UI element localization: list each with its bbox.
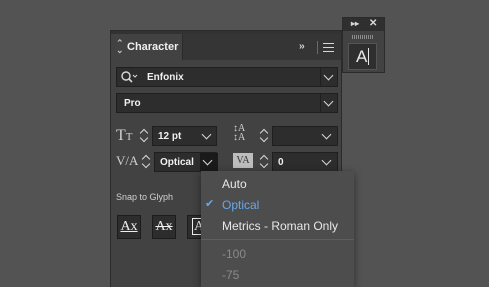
- tab-character[interactable]: ⌃ ⌄ Character: [111, 34, 183, 60]
- leading-stepper[interactable]: [258, 126, 270, 144]
- font-family-dropdown-icon[interactable]: [321, 68, 339, 86]
- tracking-icon: VA: [233, 153, 253, 168]
- font-size-dropdown-icon[interactable]: [199, 127, 217, 145]
- snap-baseline-button[interactable]: Ax: [117, 215, 141, 239]
- menu-item-label: -100: [222, 247, 247, 261]
- tab-label: Character: [127, 41, 179, 53]
- double-chevron-right-icon[interactable]: ››: [299, 41, 305, 52]
- snap-x-height-button[interactable]: Ax: [152, 215, 176, 239]
- magnifier-icon[interactable]: [120, 70, 138, 84]
- double-chevron-right-icon[interactable]: ▸▸: [351, 19, 359, 28]
- menu-item-optical[interactable]: ✔ Optical: [201, 195, 354, 215]
- menu-item-auto[interactable]: Auto: [201, 174, 354, 194]
- leading-dropdown-icon[interactable]: [319, 127, 337, 145]
- menu-item-label: -75: [222, 268, 240, 282]
- font-style-value: Pro: [124, 98, 141, 109]
- checkmark-icon: ✔: [205, 198, 215, 210]
- mini-panel: ▸▸ ✕ A: [342, 17, 385, 73]
- menu-item-minus-75: -75: [201, 265, 354, 285]
- menu-item-metrics-roman-only[interactable]: Metrics - Roman Only: [201, 216, 354, 236]
- font-size-value: 12 pt: [158, 131, 182, 142]
- grip-icon[interactable]: [352, 35, 374, 39]
- text-cursor-icon: [368, 48, 369, 65]
- tracking-stepper[interactable]: [258, 152, 270, 170]
- snap-to-glyph-label: Snap to Glyph: [116, 192, 174, 202]
- leading-field[interactable]: [272, 126, 338, 146]
- kerning-dropdown-icon[interactable]: [200, 153, 218, 171]
- font-style-field[interactable]: Pro: [116, 93, 338, 113]
- tracking-dropdown-icon[interactable]: [319, 153, 337, 171]
- character-panel-button[interactable]: A: [348, 43, 377, 70]
- menu-divider: [201, 239, 354, 240]
- close-icon[interactable]: ✕: [369, 18, 377, 29]
- kerning-value: Optical: [160, 157, 194, 168]
- panel-tab-bar: ⌃ ⌄ Character ››: [111, 34, 341, 60]
- menu-item-minus-100: -100: [201, 244, 354, 264]
- hamburger-menu-icon[interactable]: [323, 43, 334, 55]
- kerning-dropdown-menu: Auto ✔ Optical Metrics - Roman Only -100…: [201, 171, 354, 287]
- font-size-field[interactable]: 12 pt: [152, 126, 217, 146]
- tracking-field[interactable]: 0: [272, 152, 338, 172]
- tracking-value: 0: [278, 157, 284, 168]
- mini-panel-header[interactable]: ▸▸ ✕: [343, 18, 384, 31]
- glyph-a-icon: A: [356, 47, 368, 66]
- font-size-icon: TT: [116, 127, 133, 144]
- font-family-value: Enfonix: [147, 72, 184, 83]
- font-style-dropdown-icon[interactable]: [321, 94, 339, 112]
- leading-icon: ↕A ↕A: [233, 123, 246, 143]
- font-family-field[interactable]: Enfonix: [116, 67, 338, 87]
- menu-item-label: Optical: [222, 198, 260, 212]
- kerning-icon: V/A: [116, 153, 139, 168]
- collapse-chevron-icon[interactable]: ⌃ ⌄: [116, 39, 124, 55]
- kerning-stepper[interactable]: [140, 152, 152, 170]
- kerning-field[interactable]: Optical: [154, 152, 218, 172]
- toolbar-divider: [317, 41, 318, 54]
- menu-item-label: Metrics - Roman Only: [222, 219, 339, 233]
- font-size-stepper[interactable]: [138, 126, 150, 144]
- menu-item-label: Auto: [222, 177, 247, 191]
